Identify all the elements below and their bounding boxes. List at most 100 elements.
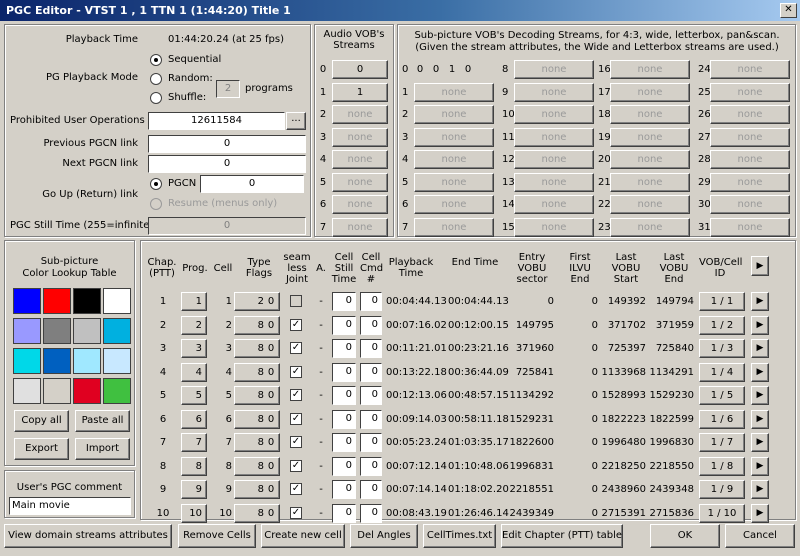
vob-cell-id-button[interactable]: 1 / 9 [699,480,745,499]
row-arrow-button[interactable]: ▶ [751,409,769,429]
seamless-checkbox[interactable]: ✓ [290,365,302,378]
clut-color-swatch[interactable] [43,378,71,404]
audio-stream-button[interactable]: none [332,172,388,192]
row-arrow-button[interactable]: ▶ [751,362,769,382]
clut-color-swatch[interactable] [103,348,131,374]
cell-still-field[interactable]: 0 [332,362,356,382]
clut-color-swatch[interactable] [73,318,101,344]
audio-stream-button[interactable]: none [332,105,388,124]
prog-button[interactable]: 5 [181,386,207,405]
subpic-stream-button[interactable]: none [610,127,690,147]
clut-color-swatch[interactable] [73,378,101,404]
cell-still-field[interactable]: 0 [332,503,356,523]
audio-stream-button[interactable]: 0 [332,60,388,79]
subpic-stream-button[interactable]: none [610,60,690,79]
paste-all-button[interactable]: Paste all [75,410,130,432]
cell-cmd-field[interactable]: 0 [360,386,382,405]
prog-button[interactable]: 2 [181,315,207,335]
subpic-stream-button[interactable]: none [514,195,594,214]
row-arrow-button[interactable]: ▶ [751,315,769,335]
vob-cell-id-button[interactable]: 1 / 3 [699,339,745,358]
celltimes-button[interactable]: CellTimes.txt [423,524,496,548]
shuffle-radio[interactable] [150,92,162,104]
cell-cmd-field[interactable]: 0 [360,456,382,476]
del-angles-button[interactable]: Del Angles [350,524,418,548]
cell-still-field[interactable]: 0 [332,409,356,429]
programs-count-field[interactable]: 2 [216,80,240,98]
subpic-stream-button[interactable]: none [710,127,790,147]
import-button[interactable]: Import [75,438,130,460]
cell-cmd-field[interactable]: 0 [360,339,382,358]
clut-color-swatch[interactable] [13,348,41,374]
subpic-stream-button[interactable]: none [710,82,790,102]
cancel-button[interactable]: Cancel [725,524,795,548]
row-arrow-button[interactable]: ▶ [751,433,769,452]
random-radio[interactable] [150,73,162,85]
subpic-stream-button[interactable]: none [710,150,790,169]
prog-button[interactable]: 6 [181,409,207,429]
subpic-stream-button[interactable]: none [610,172,690,192]
create-new-cell-button[interactable]: Create new cell [261,524,345,548]
clut-color-swatch[interactable] [13,378,41,404]
seamless-checkbox[interactable]: ✓ [290,318,302,331]
prog-button[interactable]: 7 [181,433,207,452]
go-up-pgcn-field[interactable]: 0 [200,175,304,193]
clut-color-swatch[interactable] [73,288,101,314]
vob-cell-id-button[interactable]: 1 / 10 [699,503,745,523]
clut-color-swatch[interactable] [13,288,41,314]
subpic-stream-button[interactable]: none [514,150,594,169]
subpic-stream-button[interactable]: none [610,150,690,169]
subpic-stream-button[interactable]: none [710,60,790,79]
vob-cell-id-button[interactable]: 1 / 6 [699,409,745,429]
cell-cmd-field[interactable]: 0 [360,480,382,499]
subpic-stream-button[interactable]: none [610,217,690,237]
header-scroll-button[interactable]: ▶ [751,256,769,276]
subpic-stream-button[interactable]: none [610,82,690,102]
prog-button[interactable]: 9 [181,480,207,499]
seamless-checkbox[interactable]: ✓ [290,459,302,472]
seamless-checkbox[interactable]: ✓ [290,342,302,354]
clut-color-swatch[interactable] [13,318,41,344]
seamless-checkbox[interactable]: ✓ [290,436,302,448]
vob-cell-id-button[interactable]: 1 / 4 [699,362,745,382]
subpic-stream-button[interactable]: none [514,127,594,147]
clut-color-swatch[interactable] [43,288,71,314]
prohibited-ops-button[interactable]: ... [286,112,306,130]
row-arrow-button[interactable]: ▶ [751,386,769,405]
audio-stream-button[interactable]: none [332,195,388,214]
copy-all-button[interactable]: Copy all [14,410,69,432]
prog-button[interactable]: 8 [181,456,207,476]
subpic-stream-button[interactable]: none [414,217,494,237]
seamless-checkbox[interactable]: ✓ [290,483,302,495]
row-arrow-button[interactable]: ▶ [751,339,769,358]
audio-stream-button[interactable]: none [332,127,388,147]
subpic-stream-button[interactable]: none [710,172,790,192]
cell-still-field[interactable]: 0 [332,292,356,311]
row-arrow-button[interactable]: ▶ [751,503,769,523]
cell-still-field[interactable]: 0 [332,456,356,476]
clut-color-swatch[interactable] [103,288,131,314]
still-time-field[interactable]: 0 [148,217,306,235]
seamless-checkbox[interactable] [290,295,302,307]
close-icon[interactable]: ✕ [780,3,797,18]
seamless-checkbox[interactable]: ✓ [290,389,302,401]
row-arrow-button[interactable]: ▶ [751,456,769,476]
vob-cell-id-button[interactable]: 1 / 1 [699,292,745,311]
prog-button[interactable]: 10 [181,503,207,523]
subpic-stream-button[interactable]: none [710,217,790,237]
prog-button[interactable]: 1 [181,292,207,311]
clut-color-swatch[interactable] [103,318,131,344]
subpic-stream-button[interactable]: none [514,172,594,192]
row-arrow-button[interactable]: ▶ [751,292,769,311]
subpic-stream-button[interactable]: none [514,105,594,124]
seamless-checkbox[interactable]: ✓ [290,506,302,519]
clut-color-swatch[interactable] [43,348,71,374]
subpic-stream-button[interactable]: none [710,195,790,214]
subpic-stream-button[interactable]: none [414,195,494,214]
subpic-stream-button[interactable]: none [514,60,594,79]
cell-cmd-field[interactable]: 0 [360,292,382,311]
cell-still-field[interactable]: 0 [332,339,356,358]
subpic-stream-button[interactable]: none [414,150,494,169]
vob-cell-id-button[interactable]: 1 / 5 [699,386,745,405]
resume-radio[interactable] [150,198,162,210]
